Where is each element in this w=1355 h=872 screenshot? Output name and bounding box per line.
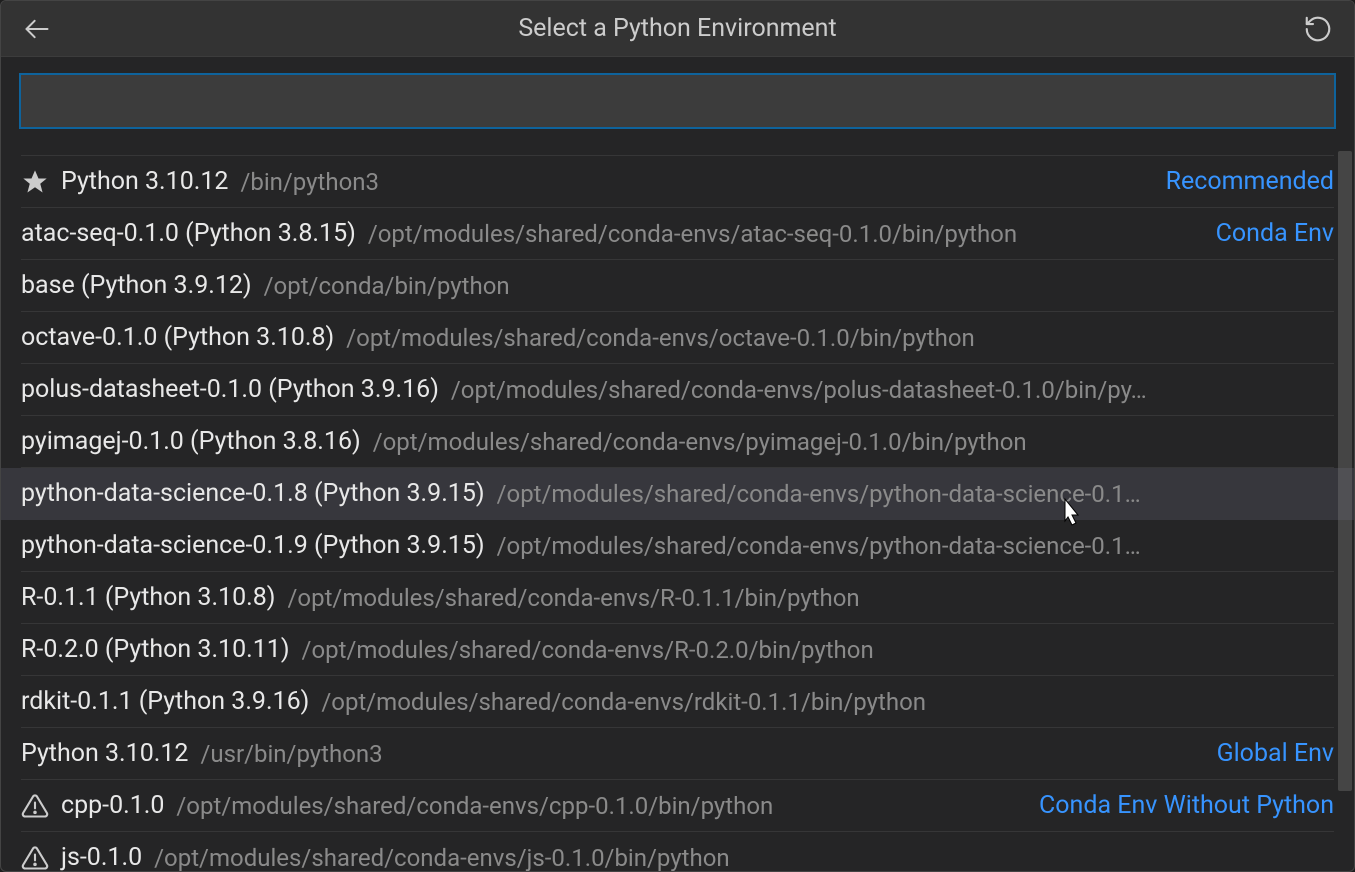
env-path: /opt/modules/shared/conda-envs/python-da… bbox=[497, 480, 1334, 508]
env-name: rdkit-0.1.1 (Python 3.9.16) bbox=[21, 687, 309, 716]
env-badge: Conda Env Without Python bbox=[1039, 791, 1334, 820]
python-env-picker: Select a Python Environment Python 3.10.… bbox=[0, 0, 1355, 872]
environment-item[interactable]: R-0.2.0 (Python 3.10.11) /opt/modules/sha… bbox=[21, 624, 1334, 676]
env-path: /opt/modules/shared/conda-envs/R-0.2.0/b… bbox=[302, 636, 1334, 664]
env-path: /opt/modules/shared/conda-envs/atac-seq-… bbox=[368, 220, 1204, 248]
env-path: /opt/modules/shared/conda-envs/rdkit-0.1… bbox=[321, 688, 1334, 716]
env-path: /opt/modules/shared/conda-envs/python-da… bbox=[497, 532, 1334, 560]
list-item-partial[interactable] bbox=[21, 141, 1334, 156]
env-name: python-data-science-0.1.9 (Python 3.9.15… bbox=[21, 531, 485, 560]
env-name: base (Python 3.9.12) bbox=[21, 271, 252, 300]
env-path: /opt/modules/shared/conda-envs/R-0.1.1/b… bbox=[288, 584, 1335, 612]
env-path: /bin/python3 bbox=[240, 168, 1153, 196]
env-path: /opt/conda/bin/python bbox=[264, 272, 1334, 300]
warning-icon bbox=[21, 792, 49, 820]
env-badge: Global Env bbox=[1217, 739, 1334, 768]
environment-item[interactable]: rdkit-0.1.1 (Python 3.9.16) /opt/modules/… bbox=[21, 676, 1334, 728]
environment-item[interactable]: R-0.1.1 (Python 3.10.8) /opt/modules/shar… bbox=[21, 572, 1334, 624]
env-path: /opt/modules/shared/conda-envs/js-0.1.0/… bbox=[154, 844, 1334, 872]
env-name: python-data-science-0.1.8 (Python 3.9.15… bbox=[21, 479, 485, 508]
env-name: cpp-0.1.0 bbox=[61, 791, 164, 820]
environment-item[interactable]: python-data-science-0.1.8 (Python 3.9.15… bbox=[1, 468, 1354, 520]
environment-item[interactable]: js-0.1.0/opt/modules/shared/conda-envs/j… bbox=[21, 832, 1334, 871]
env-name: js-0.1.0 bbox=[61, 843, 142, 871]
env-name: R-0.1.1 (Python 3.10.8) bbox=[21, 583, 276, 612]
back-button[interactable] bbox=[19, 11, 55, 47]
environment-item[interactable]: Python 3.10.12/bin/python3 Recommended bbox=[21, 156, 1334, 208]
refresh-icon bbox=[1303, 14, 1333, 44]
search-input[interactable] bbox=[19, 73, 1336, 129]
env-path: /usr/bin/python3 bbox=[200, 740, 1204, 768]
environment-item[interactable]: octave-0.1.0 (Python 3.10.8) /opt/modules… bbox=[21, 312, 1334, 364]
environment-list[interactable]: Python 3.10.12/bin/python3 Recommended ata… bbox=[1, 141, 1354, 871]
env-path: /opt/modules/shared/conda-envs/octave-0.… bbox=[346, 324, 1334, 352]
arrow-left-icon bbox=[23, 15, 51, 43]
star-icon bbox=[21, 168, 49, 196]
env-name: polus-datasheet-0.1.0 (Python 3.9.16) bbox=[21, 375, 439, 404]
environment-item[interactable]: Python 3.10.12/usr/bin/python3 Global Env bbox=[21, 728, 1334, 780]
env-name: R-0.2.0 (Python 3.10.11) bbox=[21, 635, 290, 664]
warning-icon bbox=[21, 844, 49, 872]
scrollbar-thumb[interactable] bbox=[1338, 151, 1352, 791]
env-name: pyimagej-0.1.0 (Python 3.8.16) bbox=[21, 427, 361, 456]
environment-item[interactable]: pyimagej-0.1.0 (Python 3.8.16) /opt/modul… bbox=[21, 416, 1334, 468]
dialog-header: Select a Python Environment bbox=[1, 1, 1354, 57]
env-path: /opt/modules/shared/conda-envs/pyimagej-… bbox=[373, 428, 1334, 456]
env-name: atac-seq-0.1.0 (Python 3.8.15) bbox=[21, 219, 356, 248]
refresh-button[interactable] bbox=[1300, 11, 1336, 47]
env-name: Python 3.10.12 bbox=[21, 739, 188, 768]
env-badge: Recommended bbox=[1166, 167, 1334, 196]
environment-item[interactable]: python-data-science-0.1.9 (Python 3.9.15… bbox=[21, 520, 1334, 572]
search-wrap bbox=[1, 57, 1354, 141]
environment-item[interactable]: base (Python 3.9.12) /opt/conda/bin/pytho… bbox=[21, 260, 1334, 312]
env-path: /opt/modules/shared/conda-envs/polus-dat… bbox=[451, 376, 1334, 404]
environment-item[interactable]: atac-seq-0.1.0 (Python 3.8.15) /opt/modul… bbox=[21, 208, 1334, 260]
env-name: octave-0.1.0 (Python 3.10.8) bbox=[21, 323, 334, 352]
environment-item[interactable]: polus-datasheet-0.1.0 (Python 3.9.16) /op… bbox=[21, 364, 1334, 416]
env-name: Python 3.10.12 bbox=[61, 167, 228, 196]
env-path: /opt/modules/shared/conda-envs/cpp-0.1.0… bbox=[176, 792, 1027, 820]
dialog-title: Select a Python Environment bbox=[55, 14, 1300, 43]
env-badge: Conda Env bbox=[1216, 219, 1334, 248]
environment-item[interactable]: cpp-0.1.0/opt/modules/shared/conda-envs/… bbox=[21, 780, 1334, 832]
